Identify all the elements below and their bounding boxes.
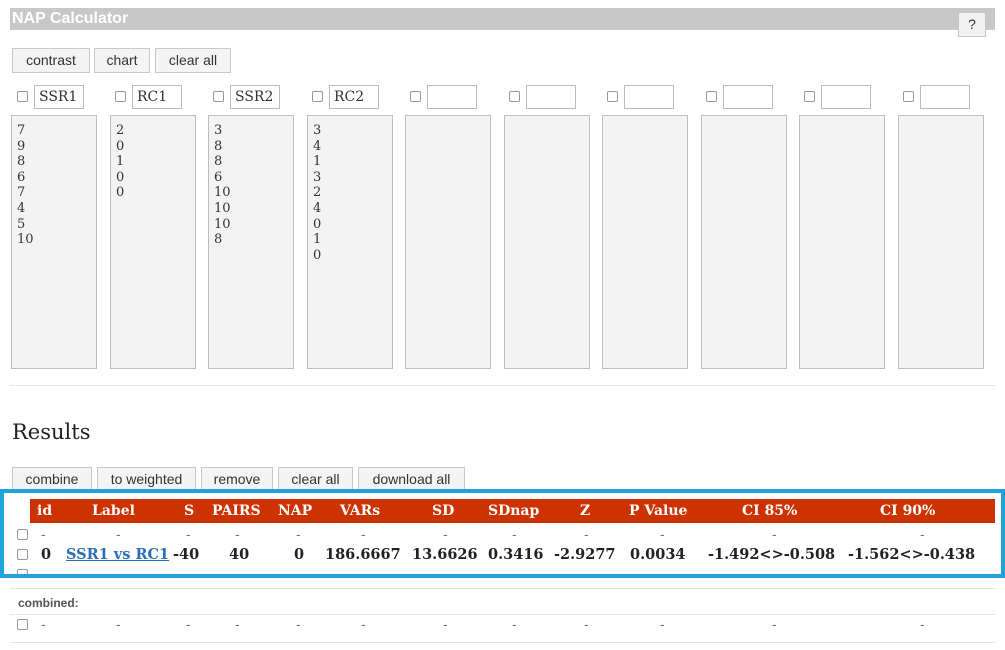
column-data-2[interactable]: 2 0 1 0 0	[110, 115, 196, 369]
combined-row-checkbox[interactable]	[17, 619, 28, 630]
column-data-10[interactable]	[898, 115, 984, 369]
column-checkbox-4[interactable]	[312, 91, 323, 102]
combined-empty-cell: -	[512, 616, 517, 632]
column-checkbox-7[interactable]	[607, 91, 618, 102]
contrast-button[interactable]: contrast	[12, 48, 90, 73]
column-checkbox-6[interactable]	[509, 91, 520, 102]
combined-divider	[10, 614, 995, 615]
column-name-input-9[interactable]	[821, 85, 871, 109]
column-data-6[interactable]	[504, 115, 590, 369]
column-name-input-6[interactable]	[526, 85, 576, 109]
combined-empty-cell: -	[116, 616, 121, 632]
column-data-9[interactable]	[799, 115, 885, 369]
combined-empty-cell: -	[235, 616, 240, 632]
combined-empty-cell: -	[41, 616, 46, 632]
highlight-box	[0, 489, 1005, 578]
combined-empty-cell: -	[584, 616, 589, 632]
column-data-3[interactable]: 3 8 8 6 10 10 10 8	[208, 115, 294, 369]
column-name-input-4[interactable]: RC2	[329, 85, 379, 109]
column-checkbox-8[interactable]	[706, 91, 717, 102]
column-data-4[interactable]: 3 4 1 3 2 4 0 1 0	[307, 115, 393, 369]
column-checkbox-3[interactable]	[213, 91, 224, 102]
column-name-input-1[interactable]: SSR1	[34, 85, 84, 109]
column-name-input-5[interactable]	[427, 85, 477, 109]
combined-divider-top	[10, 588, 995, 589]
clear-all-button[interactable]: clear all	[155, 48, 231, 73]
column-name-input-3[interactable]: SSR2	[230, 85, 280, 109]
chart-button[interactable]: chart	[94, 48, 150, 73]
help-button[interactable]: ?	[958, 12, 986, 37]
combined-empty-cell: -	[186, 616, 191, 632]
combined-empty-cell: -	[361, 616, 366, 632]
column-name-input-10[interactable]	[920, 85, 970, 109]
section-divider	[10, 385, 995, 386]
column-data-5[interactable]	[405, 115, 491, 369]
title-bar	[10, 8, 995, 30]
column-checkbox-5[interactable]	[410, 91, 421, 102]
column-data-8[interactable]	[701, 115, 787, 369]
column-checkbox-9[interactable]	[804, 91, 815, 102]
combined-empty-cell: -	[920, 616, 925, 632]
column-data-1[interactable]: 7 9 8 6 7 4 5 10	[11, 115, 97, 369]
column-name-input-7[interactable]	[624, 85, 674, 109]
combined-label: combined:	[18, 596, 79, 610]
column-checkbox-10[interactable]	[903, 91, 914, 102]
bottom-divider	[10, 642, 995, 643]
column-name-input-8[interactable]	[723, 85, 773, 109]
combined-empty-cell: -	[296, 616, 301, 632]
column-name-input-2[interactable]: RC1	[132, 85, 182, 109]
combined-empty-cell: -	[772, 616, 777, 632]
column-data-7[interactable]	[602, 115, 688, 369]
combined-empty-cell: -	[660, 616, 665, 632]
column-checkbox-1[interactable]	[17, 91, 28, 102]
app-title: NAP Calculator	[12, 10, 129, 27]
combined-empty-cell: -	[443, 616, 448, 632]
column-checkbox-2[interactable]	[115, 91, 126, 102]
results-heading: Results	[12, 420, 91, 444]
